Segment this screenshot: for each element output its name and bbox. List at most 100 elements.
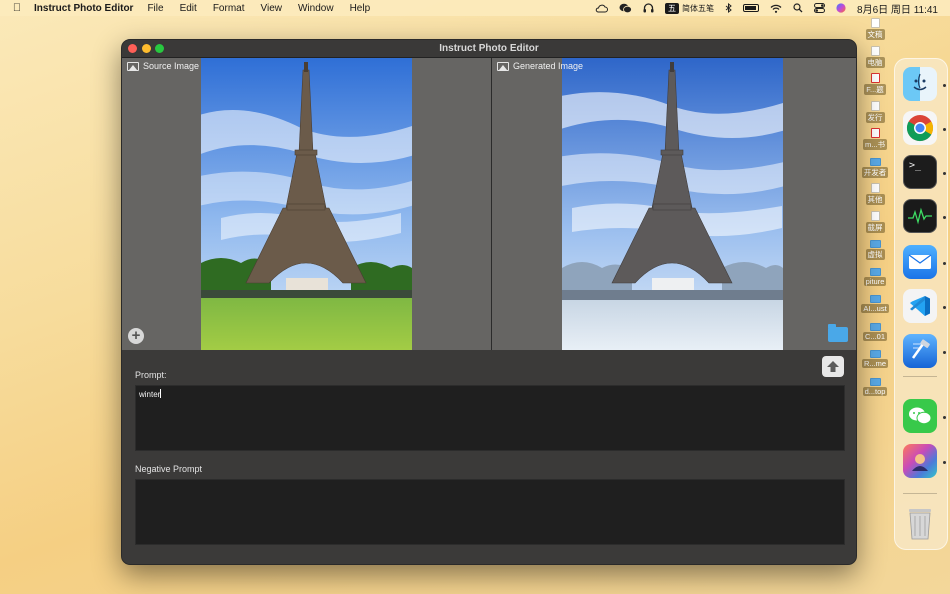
dock: >_ bbox=[894, 58, 948, 550]
desktop-item-label: 文稿 bbox=[865, 29, 885, 40]
desktop-item[interactable]: d...top bbox=[860, 376, 890, 404]
menu-clock[interactable]: 8月6日 周日 11:41 bbox=[857, 1, 938, 16]
desktop-item[interactable]: 文稿 bbox=[860, 18, 890, 46]
generated-image bbox=[562, 58, 783, 350]
source-image bbox=[201, 58, 412, 350]
add-image-button[interactable]: + bbox=[128, 328, 144, 344]
folder-icon bbox=[869, 377, 881, 386]
input-method-indicator[interactable]: 五 简体五笔 bbox=[665, 2, 715, 14]
spotlight-search-icon[interactable] bbox=[793, 3, 803, 13]
negative-prompt-input[interactable] bbox=[135, 479, 845, 545]
menu-view[interactable]: View bbox=[260, 3, 282, 14]
photo-editor-icon[interactable] bbox=[903, 444, 937, 478]
photo-icon bbox=[497, 61, 509, 71]
source-image-label: Source Image bbox=[143, 61, 200, 71]
folder-icon bbox=[869, 240, 881, 248]
file-icon bbox=[870, 210, 880, 221]
file-icon bbox=[870, 45, 880, 56]
menu-file[interactable]: File bbox=[147, 3, 163, 14]
menu-bar:  Instruct Photo Editor File Edit Format… bbox=[0, 0, 950, 16]
file-icon bbox=[870, 18, 880, 28]
folder-icon bbox=[869, 350, 881, 358]
headphones-icon[interactable] bbox=[643, 3, 654, 13]
desktop-item[interactable]: piture bbox=[860, 266, 890, 294]
desktop-item[interactable]: 开发者 bbox=[860, 156, 890, 184]
folder-icon bbox=[869, 295, 881, 303]
desktop-item-label: 其他 bbox=[865, 194, 885, 205]
file-icon bbox=[870, 183, 880, 193]
desktop-item-label: AI...ust bbox=[861, 304, 889, 313]
prompt-text: winter bbox=[139, 390, 161, 399]
folder-icon bbox=[869, 322, 881, 331]
menu-edit[interactable]: Edit bbox=[180, 3, 197, 14]
desktop-item[interactable]: R...me bbox=[860, 348, 890, 376]
window-title: Instruct Photo Editor bbox=[439, 43, 539, 54]
desktop-item-label: piture bbox=[863, 276, 887, 286]
desktop-item-label: R...me bbox=[861, 359, 889, 368]
desktop-item[interactable]: 截屏 bbox=[860, 210, 890, 239]
desktop-item[interactable]: AI...ust bbox=[860, 293, 890, 321]
desktop-item-label: 电脑 bbox=[865, 56, 885, 68]
chrome-icon[interactable] bbox=[903, 111, 937, 145]
menu-window[interactable]: Window bbox=[298, 3, 334, 14]
cloud-icon[interactable] bbox=[595, 4, 609, 13]
app-window: Instruct Photo Editor Source Image + Gen… bbox=[121, 39, 857, 565]
wifi-icon[interactable] bbox=[770, 4, 782, 13]
desktop-item-label: 发行 bbox=[865, 111, 885, 123]
desktop-icons: 文稿电脑 F...题发行 m...书开发者其他截屏虚拟 piture AI...ust C… bbox=[860, 18, 890, 403]
desktop-item[interactable]: 其他 bbox=[860, 183, 890, 211]
prompt-label: Prompt: bbox=[135, 370, 167, 380]
source-image-pane[interactable]: Source Image + bbox=[122, 58, 491, 350]
trash-icon[interactable] bbox=[903, 507, 937, 541]
photo-icon bbox=[127, 61, 139, 71]
file-icon bbox=[870, 73, 880, 83]
upload-arrow-button[interactable] bbox=[822, 356, 844, 377]
prompt-area: Prompt: winter Negative Prompt bbox=[122, 350, 856, 564]
generated-image-pane[interactable]: Generated Image bbox=[491, 58, 856, 350]
control-center-icon[interactable] bbox=[814, 3, 826, 13]
desktop-item[interactable]: 发行 bbox=[860, 100, 890, 129]
desktop-item-label: 截屏 bbox=[865, 221, 885, 233]
menu-app-name[interactable]: Instruct Photo Editor bbox=[34, 3, 133, 14]
xcode-icon[interactable] bbox=[903, 334, 937, 368]
apple-icon[interactable]:  bbox=[0, 2, 34, 14]
menu-help[interactable]: Help bbox=[350, 3, 371, 14]
title-bar[interactable]: Instruct Photo Editor bbox=[122, 40, 856, 58]
vscode-icon[interactable] bbox=[903, 289, 937, 323]
bluetooth-icon[interactable] bbox=[725, 2, 732, 14]
ime-label: 简体五笔 bbox=[682, 3, 715, 13]
desktop-item[interactable]: C...01 bbox=[860, 321, 890, 349]
desktop-item[interactable]: 电脑 bbox=[860, 45, 890, 74]
siri-icon[interactable] bbox=[836, 3, 846, 13]
maximize-window-button[interactable] bbox=[155, 44, 164, 53]
folder-icon bbox=[869, 267, 881, 276]
wechat-status-icon[interactable] bbox=[619, 3, 632, 14]
finder-icon[interactable] bbox=[903, 67, 937, 101]
activity-monitor-icon[interactable] bbox=[903, 199, 937, 233]
minimize-window-button[interactable] bbox=[141, 44, 151, 53]
desktop-item[interactable]: F...题 bbox=[860, 73, 890, 101]
wechat-icon[interactable] bbox=[903, 399, 937, 433]
file-icon bbox=[870, 128, 880, 138]
menu-format[interactable]: Format bbox=[213, 3, 245, 14]
folder-icon[interactable] bbox=[828, 324, 848, 342]
close-window-button[interactable] bbox=[128, 44, 137, 53]
terminal-icon[interactable]: >_ bbox=[903, 155, 937, 189]
generated-image-label: Generated Image bbox=[513, 61, 584, 71]
prompt-input[interactable]: winter bbox=[135, 385, 845, 451]
desktop-item-label: F...题 bbox=[864, 84, 886, 95]
mail-icon[interactable] bbox=[903, 245, 937, 279]
desktop-item-label: d...top bbox=[862, 386, 888, 396]
desktop-item-label: C...01 bbox=[862, 331, 887, 341]
desktop-item-label: 开发者 bbox=[861, 166, 889, 178]
file-icon bbox=[870, 100, 880, 111]
negative-prompt-label: Negative Prompt bbox=[135, 464, 203, 474]
text-caret bbox=[160, 389, 162, 398]
battery-icon[interactable] bbox=[743, 4, 760, 12]
desktop-item[interactable]: 虚拟 bbox=[860, 238, 890, 266]
desktop-item-label: m...书 bbox=[863, 139, 887, 150]
desktop-item-label: 虚拟 bbox=[865, 249, 885, 260]
folder-icon bbox=[869, 157, 881, 166]
desktop-item[interactable]: m...书 bbox=[860, 128, 890, 156]
ime-badge: 五 bbox=[665, 2, 680, 14]
